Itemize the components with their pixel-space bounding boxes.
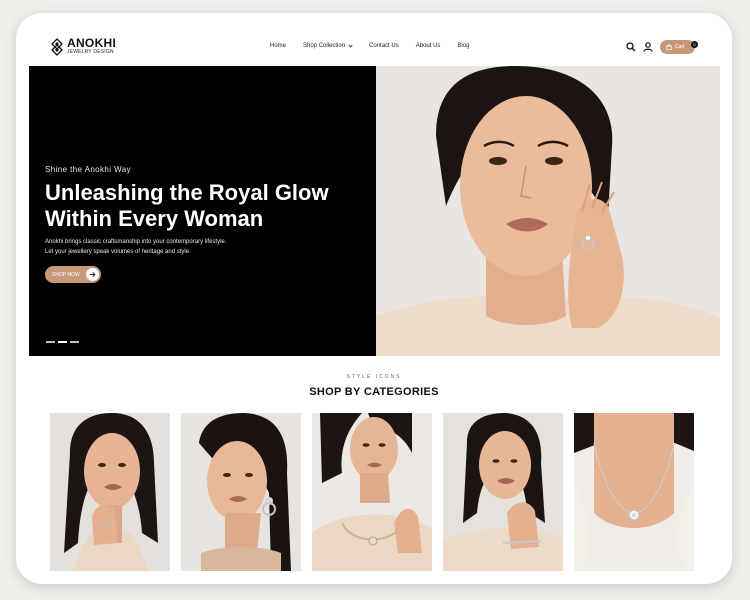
category-card-rings[interactable] bbox=[50, 413, 170, 571]
slider-dot[interactable] bbox=[46, 341, 55, 343]
slider-dot-active[interactable] bbox=[58, 341, 67, 343]
hero-banner: Shine the Anokhi Way Unleashing the Roya… bbox=[29, 66, 720, 356]
bracelet-model-image bbox=[443, 413, 563, 571]
cart-count-badge: 0 bbox=[691, 41, 698, 48]
slider-dots bbox=[46, 341, 79, 343]
categories-eyebrow: STYLE ICONS bbox=[346, 374, 402, 380]
cart-label: Cart bbox=[675, 44, 685, 50]
pendant-model-image bbox=[574, 413, 694, 571]
category-card-bracelets[interactable] bbox=[443, 413, 563, 571]
hero-description-line-2: Let your jewellery speak volumes of heri… bbox=[45, 249, 191, 255]
brand-logo[interactable]: ANOKHI JEWELRY DESIGN bbox=[50, 36, 117, 56]
main-nav: Home Shop Collection Contact Us About Us… bbox=[270, 42, 486, 49]
hero-title: Unleashing the Royal Glow Within Every W… bbox=[45, 180, 329, 231]
nav-about-us[interactable]: About Us bbox=[416, 43, 441, 49]
brand-name: ANOKHI bbox=[67, 36, 117, 50]
bag-icon bbox=[666, 44, 672, 50]
categories-title: SHOP BY CATEGORIES bbox=[309, 386, 439, 398]
ring-model-image bbox=[50, 413, 170, 571]
browser-frame: ANOKHI JEWELRY DESIGN Home Shop Collecti… bbox=[16, 13, 732, 584]
chevron-down-icon bbox=[348, 42, 353, 48]
nav-contact-us[interactable]: Contact Us bbox=[369, 43, 399, 49]
header-actions: Cart 0 bbox=[626, 40, 698, 54]
brand-tagline: JEWELRY DESIGN bbox=[67, 49, 114, 55]
necklace-model-image bbox=[312, 413, 432, 571]
nav-blog[interactable]: Blog bbox=[457, 43, 469, 49]
cart-button[interactable]: Cart 0 bbox=[660, 40, 698, 54]
nav-home[interactable]: Home bbox=[270, 43, 286, 49]
hero-eyebrow: Shine the Anokhi Way bbox=[45, 165, 131, 174]
user-icon[interactable] bbox=[643, 42, 653, 52]
category-card-earrings[interactable] bbox=[181, 413, 301, 571]
category-card-pendants[interactable] bbox=[574, 413, 694, 571]
hero-text-panel: Shine the Anokhi Way Unleashing the Roya… bbox=[29, 66, 376, 356]
logo-emblem-icon bbox=[51, 38, 63, 56]
arrow-right-icon bbox=[86, 268, 99, 281]
model-portrait bbox=[376, 66, 720, 356]
earring-model-image bbox=[181, 413, 301, 571]
hero-description: Anokhi brings classic craftsmanship into… bbox=[45, 237, 345, 257]
shop-now-button[interactable]: SHOP NOW bbox=[45, 266, 101, 283]
nav-shop-collection[interactable]: Shop Collection bbox=[303, 42, 353, 49]
category-cards bbox=[50, 413, 695, 571]
search-icon[interactable] bbox=[626, 42, 636, 52]
nav-shop-collection-label: Shop Collection bbox=[303, 43, 346, 49]
category-card-necklaces[interactable] bbox=[312, 413, 432, 571]
hero-model-image bbox=[376, 66, 720, 356]
shop-now-label: SHOP NOW bbox=[52, 271, 80, 278]
site-header: ANOKHI JEWELRY DESIGN Home Shop Collecti… bbox=[16, 13, 732, 67]
slider-dot[interactable] bbox=[70, 341, 79, 343]
hero-description-line-1: Anokhi brings classic craftsmanship into… bbox=[45, 239, 227, 245]
